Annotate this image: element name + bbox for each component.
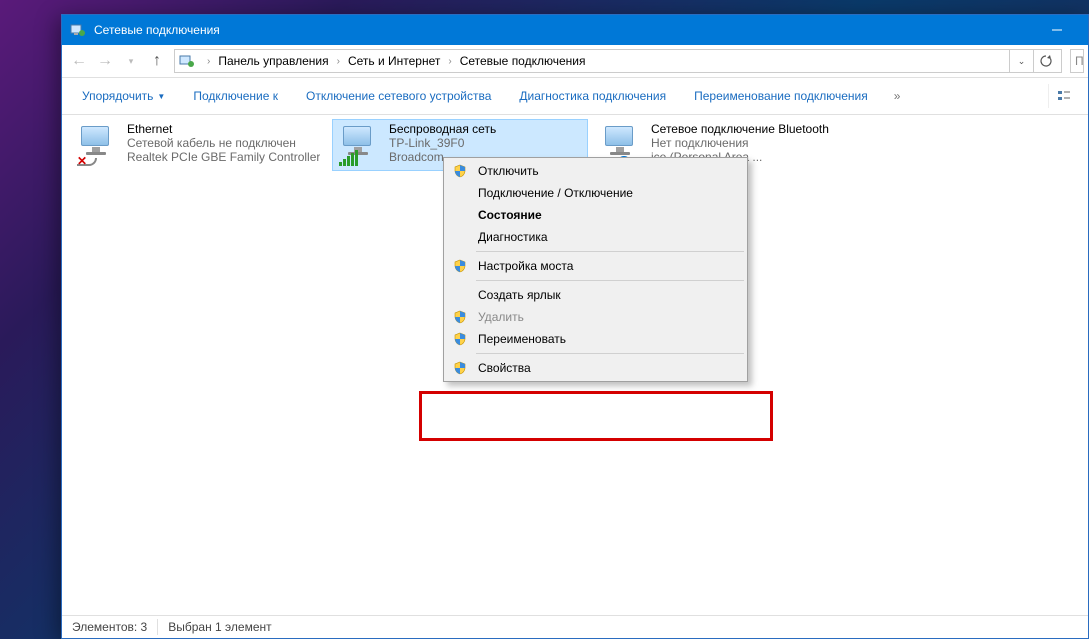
search-placeholder: П [1075,54,1084,68]
chevron-down-icon: ▼ [157,92,165,101]
menu-item-label: Отключить [474,164,741,178]
connection-item[interactable]: ✕ EthernetСетевой кабель не подключенReal… [70,119,326,171]
connect-to-button[interactable]: Подключение к [183,83,288,109]
content-area: ✕ EthernetСетевой кабель не подключенReal… [62,115,1088,615]
chevron-right-icon[interactable]: › [442,56,457,67]
connection-status: TP-Link_39F0 [389,136,496,150]
menu-item[interactable]: Переименовать [446,328,745,350]
nav-back-button[interactable]: ← [66,48,92,74]
address-bar: ← → ▾ ↑ › Панель управления › Сеть и Инт… [62,45,1088,78]
connection-status: Нет подключения [651,136,829,150]
menu-item-label: Подключение / Отключение [474,186,741,200]
network-connections-window: Сетевые подключения ← → ▾ ↑ › Панель упр… [61,14,1089,639]
connection-device: Realtek PCIe GBE Family Controller [127,150,320,164]
diagnose-button[interactable]: Диагностика подключения [509,83,676,109]
connection-status: Сетевой кабель не подключен [127,136,320,150]
refresh-button[interactable] [1033,50,1057,72]
menu-item[interactable]: Свойства [446,357,745,379]
rename-button[interactable]: Переименование подключения [684,83,878,109]
search-input[interactable]: П [1070,49,1084,73]
network-folder-icon [179,53,195,69]
address-field[interactable]: › Панель управления › Сеть и Интернет › … [174,49,1062,73]
wifi-connection-icon [335,122,383,170]
chevron-right-icon[interactable]: › [331,56,346,67]
menu-item-label: Переименовать [474,332,741,346]
menu-item-label: Диагностика [474,230,741,244]
uac-shield-icon [453,259,467,273]
menu-separator [476,280,744,281]
connection-name: Ethernet [127,122,320,136]
menu-item[interactable]: Отключить [446,160,745,182]
uac-shield-icon [453,164,467,178]
item-count: Элементов: 3 [72,620,147,634]
disable-device-button[interactable]: Отключение сетевого устройства [296,83,501,109]
chevron-right-icon[interactable]: › [201,56,216,67]
menu-item[interactable]: Состояние [446,204,745,226]
nav-recent-button[interactable]: ▾ [118,48,144,74]
nav-up-button[interactable]: ↑ [144,48,170,74]
uac-shield-icon [453,332,467,346]
connection-name: Беспроводная сеть [389,122,496,136]
toolbar-overflow-button[interactable]: » [886,89,909,103]
breadcrumb-item[interactable]: Панель управления [216,54,330,68]
titlebar: Сетевые подключения [62,15,1088,45]
menu-item: Удалить [446,306,745,328]
status-bar: Элементов: 3 Выбран 1 элемент [62,615,1088,638]
menu-item-label: Создать ярлык [474,288,741,302]
connection-name: Сетевое подключение Bluetooth [651,122,829,136]
breadcrumb-item[interactable]: Сетевые подключения [458,54,588,68]
menu-item-label: Состояние [474,208,741,222]
minimize-button[interactable] [1034,15,1080,45]
organize-menu[interactable]: Упорядочить ▼ [72,83,175,109]
menu-separator [476,353,744,354]
status-separator [157,619,158,635]
uac-shield-icon [453,310,467,324]
menu-item[interactable]: Диагностика [446,226,745,248]
menu-item-label: Свойства [474,361,741,375]
command-bar: Упорядочить ▼ Подключение к Отключение с… [62,78,1088,115]
ethernet-connection-icon: ✕ [73,122,121,170]
address-dropdown-button[interactable]: ⌄ [1009,50,1033,72]
control-panel-icon [70,22,86,38]
nav-forward-button[interactable]: → [92,48,118,74]
view-options-button[interactable] [1048,84,1078,108]
selection-status: Выбран 1 элемент [168,620,271,634]
menu-separator [476,251,744,252]
menu-item-label: Настройка моста [474,259,741,273]
uac-shield-icon [453,361,467,375]
menu-item[interactable]: Создать ярлык [446,284,745,306]
organize-label: Упорядочить [82,89,153,103]
breadcrumb-item[interactable]: Сеть и Интернет [346,54,442,68]
highlight-annotation [419,391,773,441]
menu-item[interactable]: Настройка моста [446,255,745,277]
menu-item-label: Удалить [474,310,741,324]
menu-item[interactable]: Подключение / Отключение [446,182,745,204]
context-menu: Отключить Подключение / Отключение Состоян… [443,157,748,382]
window-title: Сетевые подключения [94,23,1034,37]
